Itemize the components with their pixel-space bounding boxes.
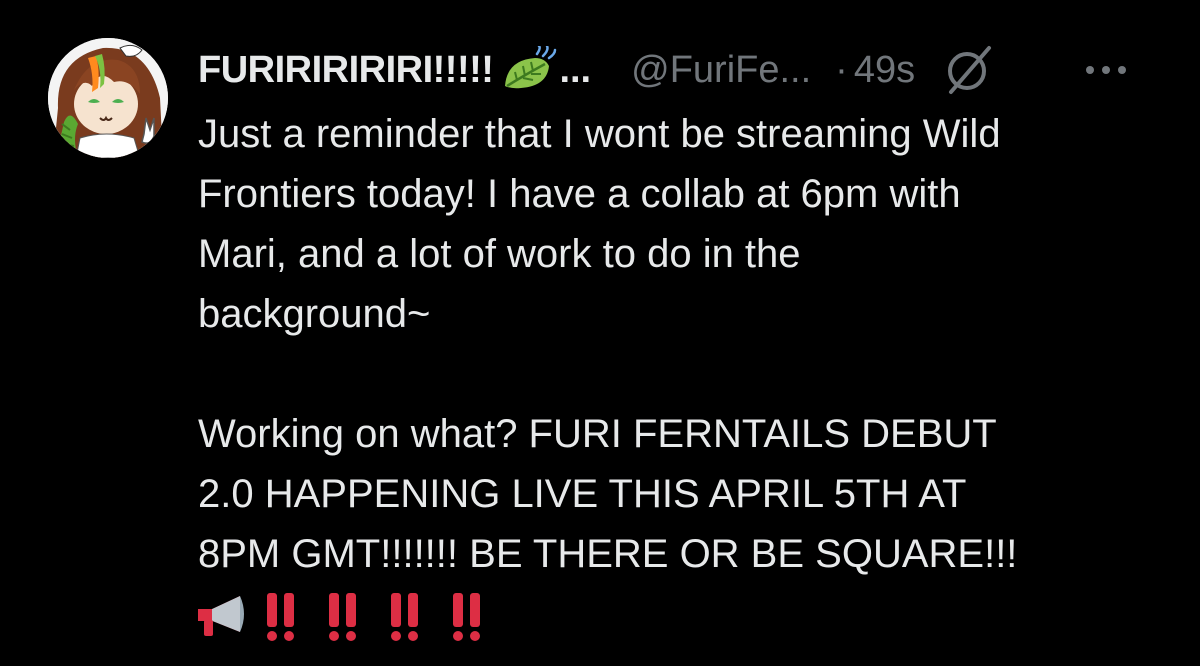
tweet-timestamp[interactable]: 49s bbox=[854, 49, 915, 92]
tweet-text-line: Just a reminder that I wont be streaming… bbox=[198, 112, 1001, 156]
more-dots-icon[interactable] bbox=[1080, 52, 1132, 88]
double-exclamation-icon bbox=[388, 589, 422, 643]
tweet-text-line: 2.0 HAPPENING LIVE THIS APRIL 5TH AT bbox=[198, 472, 967, 516]
tweet-header: FURIRIRIRIRI!!!!! ... @FuriFe... · 49s bbox=[198, 42, 999, 98]
tweet-text-line: Working on what? FURI FERNTAILS DEBUT bbox=[198, 412, 997, 456]
megaphone-icon bbox=[196, 592, 254, 640]
header-separator: · bbox=[835, 48, 848, 91]
tweet-text-line: 8PM GMT!!!!!!! BE THERE OR BE SQUARE!!! bbox=[198, 532, 1018, 576]
author-avatar[interactable] bbox=[48, 38, 168, 158]
tweet-text-line: Mari, and a lot of work to do in the bbox=[198, 232, 801, 276]
tweet-text: Just a reminder that I wont be streaming… bbox=[198, 104, 1178, 584]
tweet-emoji-row bbox=[196, 588, 484, 644]
tweet-text-line: Frontiers today! I have a collab at 6pm … bbox=[198, 172, 961, 216]
author-display-name[interactable]: FURIRIRIRIRI!!!!! bbox=[198, 49, 494, 92]
slashed-circle-icon[interactable] bbox=[939, 42, 999, 98]
tweet-text-line: background~ bbox=[198, 292, 431, 336]
avatar-fox-girl-icon bbox=[48, 38, 168, 158]
double-exclamation-icon bbox=[326, 589, 360, 643]
name-truncation-ellipsis: ... bbox=[559, 48, 592, 91]
double-exclamation-icon bbox=[450, 589, 484, 643]
leaf-fluttering-in-wind-icon bbox=[501, 46, 557, 94]
author-handle[interactable]: @FuriFe... bbox=[631, 49, 811, 92]
double-exclamation-icon bbox=[264, 589, 298, 643]
